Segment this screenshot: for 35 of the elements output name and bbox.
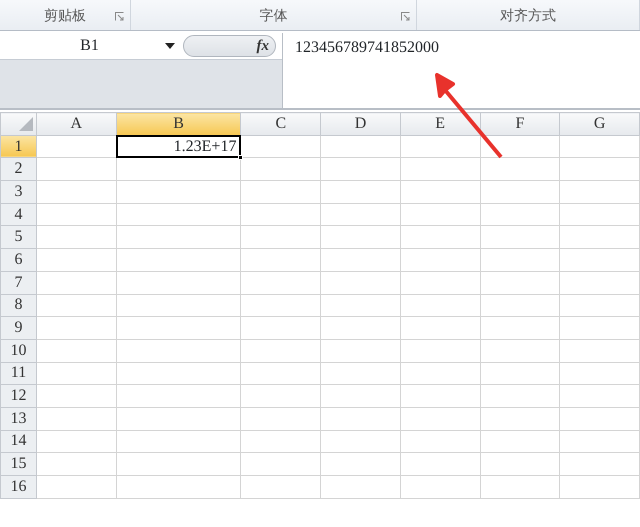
row-header[interactable]: 10 (0, 339, 36, 362)
column-header[interactable]: D (320, 112, 400, 136)
row-header[interactable]: 13 (0, 407, 36, 430)
column-header[interactable]: F (480, 112, 560, 136)
dropdown-caret-icon[interactable] (165, 43, 175, 49)
row-header[interactable]: 8 (0, 294, 36, 317)
ribbon-group-label: 字体 (260, 6, 288, 24)
row-header[interactable]: 9 (0, 316, 36, 340)
row-header[interactable]: 15 (0, 452, 36, 476)
ribbon-group-label: 剪贴板 (44, 6, 86, 24)
dialog-launcher-icon[interactable] (115, 12, 124, 21)
column-header[interactable]: C (240, 112, 321, 136)
active-cell[interactable]: 1.23E+17 (116, 135, 241, 158)
insert-function-button[interactable]: fx (256, 34, 269, 58)
column-header[interactable]: E (400, 112, 480, 136)
corner-triangle-icon (19, 116, 33, 131)
dialog-launcher-icon[interactable] (401, 12, 410, 21)
ribbon-group-label: 对齐方式 (500, 6, 556, 24)
row-header[interactable]: 3 (0, 180, 36, 204)
name-box[interactable]: B1 (0, 34, 165, 58)
row-header[interactable]: 14 (0, 430, 36, 453)
row-header[interactable]: 16 (0, 476, 36, 498)
row-header[interactable]: 4 (0, 203, 36, 226)
row-header[interactable]: 5 (0, 226, 36, 249)
row-header[interactable]: 1 (0, 135, 36, 158)
row-header[interactable]: 7 (0, 271, 36, 294)
formula-content[interactable]: 123456789741852000 (295, 39, 439, 56)
row-header[interactable]: 6 (0, 248, 36, 272)
row-header[interactable]: 2 (0, 158, 36, 181)
select-all-corner[interactable] (0, 112, 36, 136)
column-header[interactable]: G (560, 112, 640, 136)
row-header[interactable]: 12 (0, 384, 36, 408)
row-header[interactable]: 11 (0, 362, 36, 385)
column-header[interactable]: B (116, 112, 241, 136)
column-header[interactable]: A (36, 112, 116, 136)
